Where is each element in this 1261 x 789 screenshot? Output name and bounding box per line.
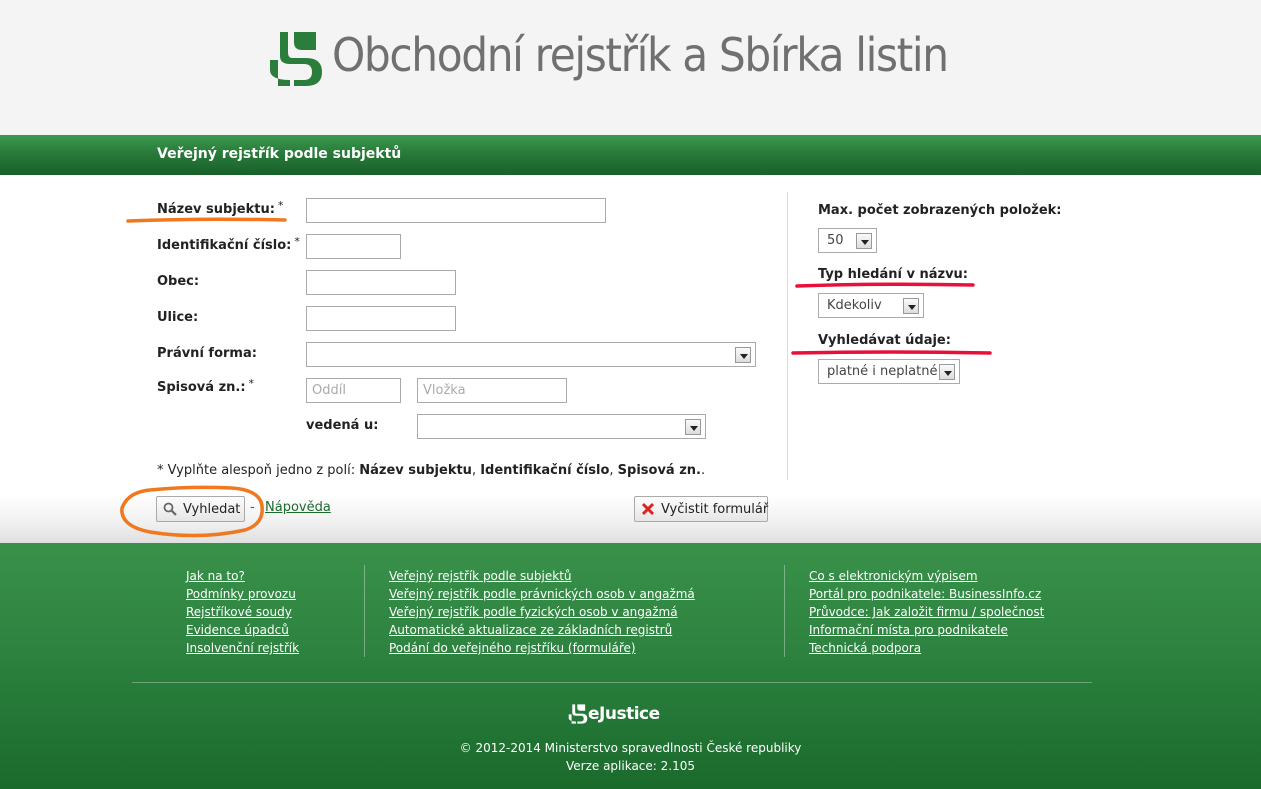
ulice-label: Ulice:	[157, 310, 199, 325]
separator-dash: -	[250, 500, 255, 515]
site-header: Obchodní rejstřík a Sbírka listin	[0, 0, 1261, 135]
typ-hledani-label: Typ hledání v názvu:	[818, 267, 968, 282]
justice-logo-icon	[568, 704, 588, 724]
footer-link[interactable]: Portál pro podnikatele: BusinessInfo.cz	[809, 585, 1044, 603]
page-title-bar: Veřejný rejstřík podle subjektů	[0, 135, 1261, 175]
justice-logo-icon	[270, 32, 322, 86]
search-icon	[163, 502, 177, 516]
footer-separator	[132, 682, 1092, 683]
footer-link[interactable]: Rejstříkové soudy	[186, 603, 299, 621]
vedena-u-select[interactable]	[417, 414, 706, 439]
ico-input[interactable]	[306, 234, 401, 259]
footer-link[interactable]: Veřejný rejstřík podle právnických osob …	[389, 585, 695, 603]
vlozka-input[interactable]	[417, 378, 567, 403]
footer-link[interactable]: Automatické aktualizace ze základních re…	[389, 621, 695, 639]
footer-link[interactable]: Podání do veřejného rejstříku (formuláře…	[389, 639, 695, 657]
chevron-down-icon	[685, 419, 701, 435]
footer-link[interactable]: Jak na to?	[186, 567, 299, 585]
footer-link[interactable]: Veřejný rejstřík podle subjektů	[389, 567, 695, 585]
search-button[interactable]: Vyhledat	[156, 496, 245, 522]
site-footer: Jak na to? Podmínky provozu Rejstříkové …	[0, 543, 1261, 789]
footer-link[interactable]: Podmínky provozu	[186, 585, 299, 603]
pravni-forma-select[interactable]	[306, 342, 756, 367]
footer-links-col1: Jak na to? Podmínky provozu Rejstříkové …	[186, 567, 299, 657]
oddil-input[interactable]	[306, 378, 401, 403]
vyhledavat-udaje-label: Vyhledávat údaje:	[818, 333, 951, 348]
page-title: Veřejný rejstřík podle subjektů	[157, 146, 402, 162]
ico-label: Identifikační číslo: *	[157, 235, 300, 253]
footer-links-col2: Veřejný rejstřík podle subjektů Veřejný …	[389, 567, 695, 657]
site-title: Obchodní rejstřík a Sbírka listin	[332, 28, 949, 82]
copyright-text: © 2012-2014 Ministerstvo spravedlnosti Č…	[459, 741, 802, 755]
spisova-zn-label: Spisová zn.: *	[157, 377, 255, 395]
required-fields-note: * Vyplňte alespoň jedno z polí: Název su…	[157, 463, 706, 478]
clear-form-button[interactable]: Vyčistit formulář	[634, 496, 768, 522]
footer-links-col3: Co s elektronickým výpisem Portál pro po…	[809, 567, 1044, 657]
help-link[interactable]: Nápověda	[265, 500, 331, 515]
search-form	[0, 175, 1261, 495]
vedena-u-label: vedená u:	[306, 418, 379, 433]
typ-hledani-select[interactable]: Kdekoliv	[818, 293, 924, 318]
footer-divider	[784, 565, 785, 657]
chevron-down-icon	[856, 233, 872, 249]
nazev-subjektu-label: Název subjektu: *	[157, 199, 284, 217]
close-icon	[641, 502, 655, 516]
vyhledavat-udaje-select[interactable]: platné i neplatné	[818, 359, 960, 384]
footer-link[interactable]: Průvodce: Jak založit firmu / společnost	[809, 603, 1044, 621]
obec-label: Obec:	[157, 274, 200, 289]
footer-link[interactable]: Technická podpora	[809, 639, 1044, 657]
max-items-label: Max. počet zobrazených položek:	[818, 203, 1062, 218]
max-items-select[interactable]: 50	[818, 228, 877, 253]
footer-link[interactable]: Co s elektronickým výpisem	[809, 567, 1044, 585]
chevron-down-icon	[903, 298, 919, 314]
footer-link[interactable]: Insolvenční rejstřík	[186, 639, 299, 657]
obec-input[interactable]	[306, 270, 456, 295]
version-text: Verze aplikace: 2.105	[565, 759, 695, 773]
ulice-input[interactable]	[306, 306, 456, 331]
footer-divider	[364, 565, 365, 657]
footer-link[interactable]: Informační místa pro podnikatele	[809, 621, 1044, 639]
ejustice-logo: eJustice	[568, 703, 660, 725]
chevron-down-icon	[735, 347, 751, 363]
footer-link[interactable]: Veřejný rejstřík podle fyzických osob v …	[389, 603, 695, 621]
footer-link[interactable]: Evidence úpadců	[186, 621, 299, 639]
nazev-subjektu-input[interactable]	[306, 198, 606, 223]
chevron-down-icon	[939, 364, 955, 380]
pravni-forma-label: Právní forma:	[157, 346, 257, 361]
form-divider	[787, 192, 788, 480]
